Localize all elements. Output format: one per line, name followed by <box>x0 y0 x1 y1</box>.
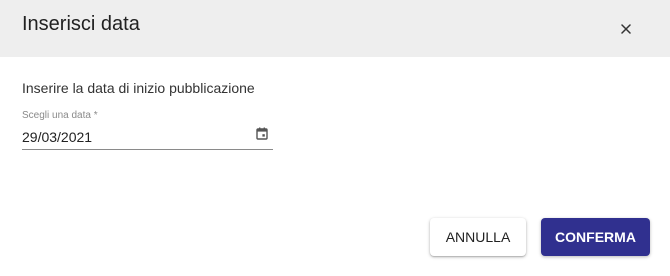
date-field-label: Scegli una data * <box>22 110 98 121</box>
date-dialog: Inserisci data Inserire la data di inizi… <box>0 0 670 276</box>
cancel-button[interactable]: ANNULLA <box>430 218 526 256</box>
calendar-icon <box>256 127 268 145</box>
close-button[interactable] <box>612 15 640 43</box>
date-field: Scegli una data * <box>22 110 273 150</box>
date-field-underline <box>22 149 273 150</box>
date-input[interactable] <box>22 128 242 146</box>
confirm-button[interactable]: CONFERMA <box>541 218 650 256</box>
instruction-text: Inserire la data di inizio pubblicazione <box>22 80 255 96</box>
close-icon <box>621 24 631 34</box>
dialog-title: Inserisci data <box>22 13 140 35</box>
dialog-header: Inserisci data <box>0 0 670 57</box>
calendar-toggle-button[interactable] <box>253 127 271 145</box>
